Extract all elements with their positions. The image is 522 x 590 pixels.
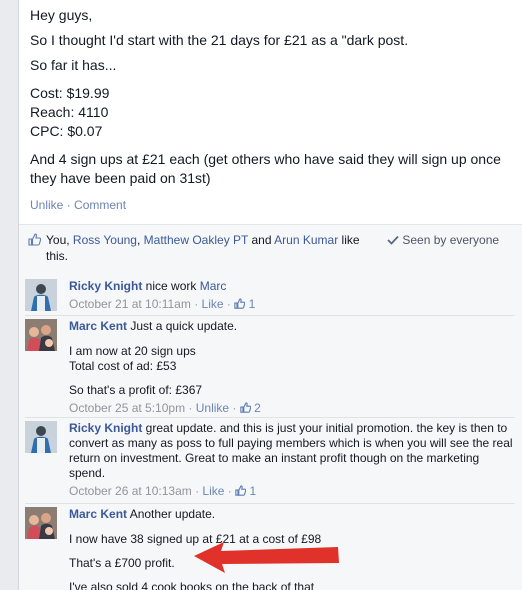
comment-text: nice work <box>142 279 200 293</box>
thumbs-up-icon <box>234 297 246 311</box>
seen-by: Seen by everyone <box>387 232 499 248</box>
comment-author[interactable]: Ricky Knight <box>69 421 142 435</box>
avatar[interactable] <box>25 421 57 453</box>
like-count[interactable]: 2 <box>254 401 261 415</box>
post-line: CPC: $0.07 <box>30 123 103 139</box>
comment-author[interactable]: Marc Kent <box>69 507 127 521</box>
comment-text: Another update. <box>127 507 216 521</box>
comment-paragraph: So that's a profit of: £367 <box>69 383 203 397</box>
comment-separator <box>25 503 515 504</box>
like-count[interactable]: 1 <box>249 484 256 498</box>
comment-author[interactable]: Marc Kent <box>69 319 127 333</box>
like-link[interactable]: Like <box>202 484 224 498</box>
comment-meta: October 21 at 10:11am · Like · 1 <box>69 297 256 311</box>
avatar[interactable] <box>25 279 57 311</box>
thumbs-up-icon <box>240 401 252 415</box>
liker-link[interactable]: Matthew Oakley PT <box>144 233 248 247</box>
comment-link[interactable]: Comment <box>74 198 126 212</box>
comment-timestamp[interactable]: October 25 at 5:10pm <box>69 401 185 415</box>
likes-you: You, <box>46 233 73 247</box>
post-body: Hey guys, So I thought I'd start with th… <box>30 6 510 194</box>
unlike-link[interactable]: Unlike <box>30 198 63 212</box>
post-line: So I thought I'd start with the 21 days … <box>30 32 409 48</box>
unlike-link[interactable]: Unlike <box>196 401 229 415</box>
liker-link[interactable]: Ross Young <box>73 233 137 247</box>
mention-link[interactable]: Marc <box>200 279 227 293</box>
comment-separator <box>25 315 515 316</box>
comment-body: Ricky Knight nice work Marc October 21 a… <box>69 279 515 312</box>
seen-by-label: Seen by everyone <box>402 233 500 247</box>
like-count[interactable]: 1 <box>249 297 256 311</box>
comment-paragraph: I am now at 20 sign ups <box>69 344 196 358</box>
avatar[interactable] <box>25 319 57 351</box>
comment-body: Ricky Knight great update. and this is j… <box>69 421 515 499</box>
like-link[interactable]: Like <box>202 297 224 311</box>
post-actions: Unlike · Comment <box>30 198 126 212</box>
post-line: Cost: $19.99 <box>30 85 110 101</box>
comment-text: Just a quick update. <box>127 319 238 333</box>
post-line: So far it has... <box>30 57 117 73</box>
comment-paragraph: I've also sold 4 cook books on the back … <box>69 580 315 590</box>
post-line: Reach: 4110 <box>30 104 109 120</box>
comment-meta: October 26 at 10:13am · Like · 1 <box>69 484 257 498</box>
comment-author[interactable]: Ricky Knight <box>69 279 142 293</box>
comment-timestamp[interactable]: October 21 at 10:11am <box>69 297 191 311</box>
thumbs-up-icon <box>28 233 42 246</box>
thumbs-up-icon <box>235 484 247 498</box>
comment-paragraph: Total cost of ad: £53 <box>69 359 177 373</box>
arrow-icon <box>194 542 339 573</box>
post-line: And 4 sign ups at £21 each (get others w… <box>30 151 501 186</box>
comment-meta: October 25 at 5:10pm · Unlike · 2 <box>69 401 261 415</box>
comment-separator <box>25 417 515 418</box>
liker-link[interactable]: Arun Kumar <box>274 233 338 247</box>
likes-bar: You, Ross Young, Matthew Oakley PT and A… <box>19 225 522 267</box>
likes-and: and <box>248 233 275 247</box>
likes-comma: , <box>136 233 144 247</box>
post-line: Hey guys, <box>30 7 93 23</box>
likes-summary: You, Ross Young, Matthew Oakley PT and A… <box>46 232 376 264</box>
avatar[interactable] <box>25 507 57 539</box>
post-card: Hey guys, So I thought I'd start with th… <box>18 0 522 590</box>
checkmark-icon <box>387 233 399 247</box>
separator: · <box>66 198 71 212</box>
comment-body: Marc Kent Just a quick update. I am now … <box>69 319 515 416</box>
comment-timestamp[interactable]: October 26 at 10:13am <box>69 484 192 498</box>
